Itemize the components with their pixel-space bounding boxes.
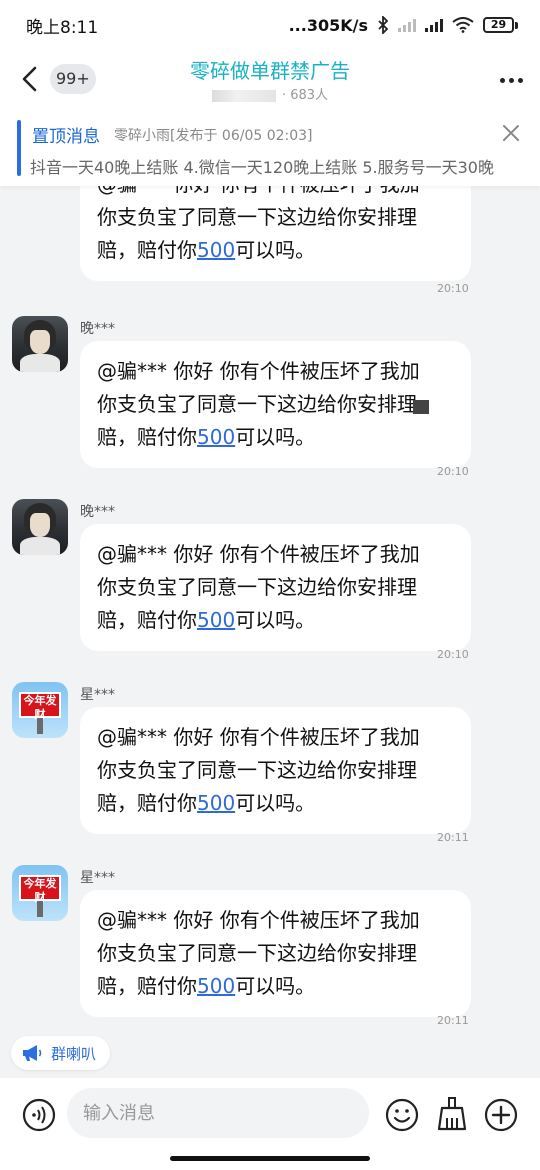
message-line: 赔，赔付你500可以吗。 xyxy=(97,791,316,815)
message-line: 你支负宝了同意一下这边给你安排理 xyxy=(97,392,417,416)
sender-name[interactable]: 晚*** xyxy=(80,318,115,338)
status-time: 晚上8:11 xyxy=(26,17,99,38)
message-bubble[interactable]: @骗*** 你好 你有个件被压坏了我加 你支负宝了同意一下这边给你安排理 赔，赔… xyxy=(80,524,471,651)
sender-avatar[interactable]: 今年发财 xyxy=(12,682,68,738)
home-indicator[interactable] xyxy=(170,1156,370,1161)
pinned-message-banner[interactable]: 置顶消息 零碎小雨[发布于 06/05 02:03] 抖音一天40晚上结账 4.… xyxy=(0,110,540,186)
broom-icon[interactable] xyxy=(435,1096,469,1132)
message-line: 你支负宝了同意一下这边给你安排理 xyxy=(97,941,417,965)
message-bubble[interactable]: @骗*** 你好 你有个件被压坏了我加 你支负宝了同意一下这边给你安排理 赔，赔… xyxy=(80,707,471,834)
message-bubble[interactable]: @骗*** 你好 你有个件被压坏了我加 你支负宝了同意一下这边给你安排理 赔，赔… xyxy=(80,890,471,1017)
amount-link[interactable]: 500 xyxy=(197,791,235,815)
message-line: 你支负宝了同意一下这边给你安排理 xyxy=(97,205,417,229)
close-icon[interactable] xyxy=(500,122,522,144)
render-artifact xyxy=(413,400,429,414)
pinned-accent-bar xyxy=(17,120,21,176)
pinned-meta: 零碎小雨[发布于 06/05 02:03] xyxy=(114,128,313,144)
amount-link[interactable]: 500 xyxy=(197,974,235,998)
wifi-icon xyxy=(452,17,474,33)
message-time: 20:10 xyxy=(437,282,469,295)
message-line: 你支负宝了同意一下这边给你安排理 xyxy=(97,575,417,599)
battery-icon: 29 xyxy=(483,17,518,33)
status-bar: 晚上8:11 ...305K/s 29 xyxy=(0,0,540,50)
amount-link[interactable]: 500 xyxy=(197,238,235,262)
status-icons: ...305K/s 29 xyxy=(289,16,518,35)
plus-icon[interactable] xyxy=(484,1098,518,1132)
bluetooth-icon xyxy=(378,16,389,34)
sender-avatar[interactable]: 今年发财 xyxy=(12,865,68,921)
voice-input-icon[interactable] xyxy=(22,1098,56,1132)
sender-name[interactable]: 晚*** xyxy=(80,501,115,521)
message-line: @骗*** 你好 你有个件被压坏了我加 xyxy=(97,359,420,383)
avatar-sign-text: 今年发财 xyxy=(19,692,61,721)
network-speed: ...305K/s xyxy=(288,15,368,35)
message-line: 赔，赔付你500可以吗。 xyxy=(97,425,316,449)
chat-header: 99+ 零碎做单群禁广告 · 683人 xyxy=(0,50,540,110)
message-input[interactable] xyxy=(67,1088,369,1138)
pinned-text: 抖音一天40晚上结账 4.微信一天120晚上结账 5.服务号一天30晚 xyxy=(30,158,494,177)
message-bubble[interactable]: @骗*** 你好 你有个件被压坏了我加 你支负宝了同意一下这边给你安排理 赔，赔… xyxy=(80,186,471,281)
message-line: 你支负宝了同意一下这边给你安排理 xyxy=(97,758,417,782)
battery-level: 29 xyxy=(483,17,514,33)
group-member-info: · 683人 xyxy=(0,84,540,103)
message-time: 20:10 xyxy=(437,465,469,478)
group-announcement-button[interactable]: 群喇叭 xyxy=(11,1036,111,1070)
blurred-group-id xyxy=(211,89,276,102)
amount-link[interactable]: 500 xyxy=(197,608,235,632)
message-time: 20:11 xyxy=(437,1014,469,1027)
message-line: 赔，赔付你500可以吗。 xyxy=(97,974,316,998)
group-title[interactable]: 零碎做单群禁广告 xyxy=(0,55,540,84)
emoji-icon[interactable] xyxy=(385,1098,419,1132)
sender-avatar[interactable] xyxy=(12,499,68,555)
avatar-sign-text: 今年发财 xyxy=(19,875,61,904)
signal-dim-icon xyxy=(398,18,416,32)
message-line: @骗*** 你好 你有个件被压坏了我加 xyxy=(97,542,420,566)
member-count: 683人 xyxy=(290,88,329,103)
message-list[interactable]: @骗*** 你好 你有个件被压坏了我加 你支负宝了同意一下这边给你安排理 赔，赔… xyxy=(0,186,540,1078)
more-options-icon[interactable] xyxy=(496,70,526,90)
pinned-label: 置顶消息 xyxy=(32,127,100,147)
message-line: @骗*** 你好 你有个件被压坏了我加 xyxy=(97,186,455,201)
message-line: @骗*** 你好 你有个件被压坏了我加 xyxy=(97,725,420,749)
message-time: 20:11 xyxy=(437,831,469,844)
sender-name[interactable]: 星*** xyxy=(80,867,115,887)
message-line: 赔，赔付你500可以吗。 xyxy=(97,238,316,262)
message-line: @骗*** 你好 你有个件被压坏了我加 xyxy=(97,908,420,932)
message-time: 20:10 xyxy=(437,648,469,661)
announcement-label: 群喇叭 xyxy=(51,1044,97,1063)
sender-name[interactable]: 星*** xyxy=(80,684,115,704)
megaphone-icon xyxy=(23,1045,42,1061)
amount-link[interactable]: 500 xyxy=(197,425,235,449)
sender-avatar[interactable] xyxy=(12,316,68,372)
hd-signal-icon xyxy=(425,18,443,32)
message-line: 赔，赔付你500可以吗。 xyxy=(97,608,316,632)
